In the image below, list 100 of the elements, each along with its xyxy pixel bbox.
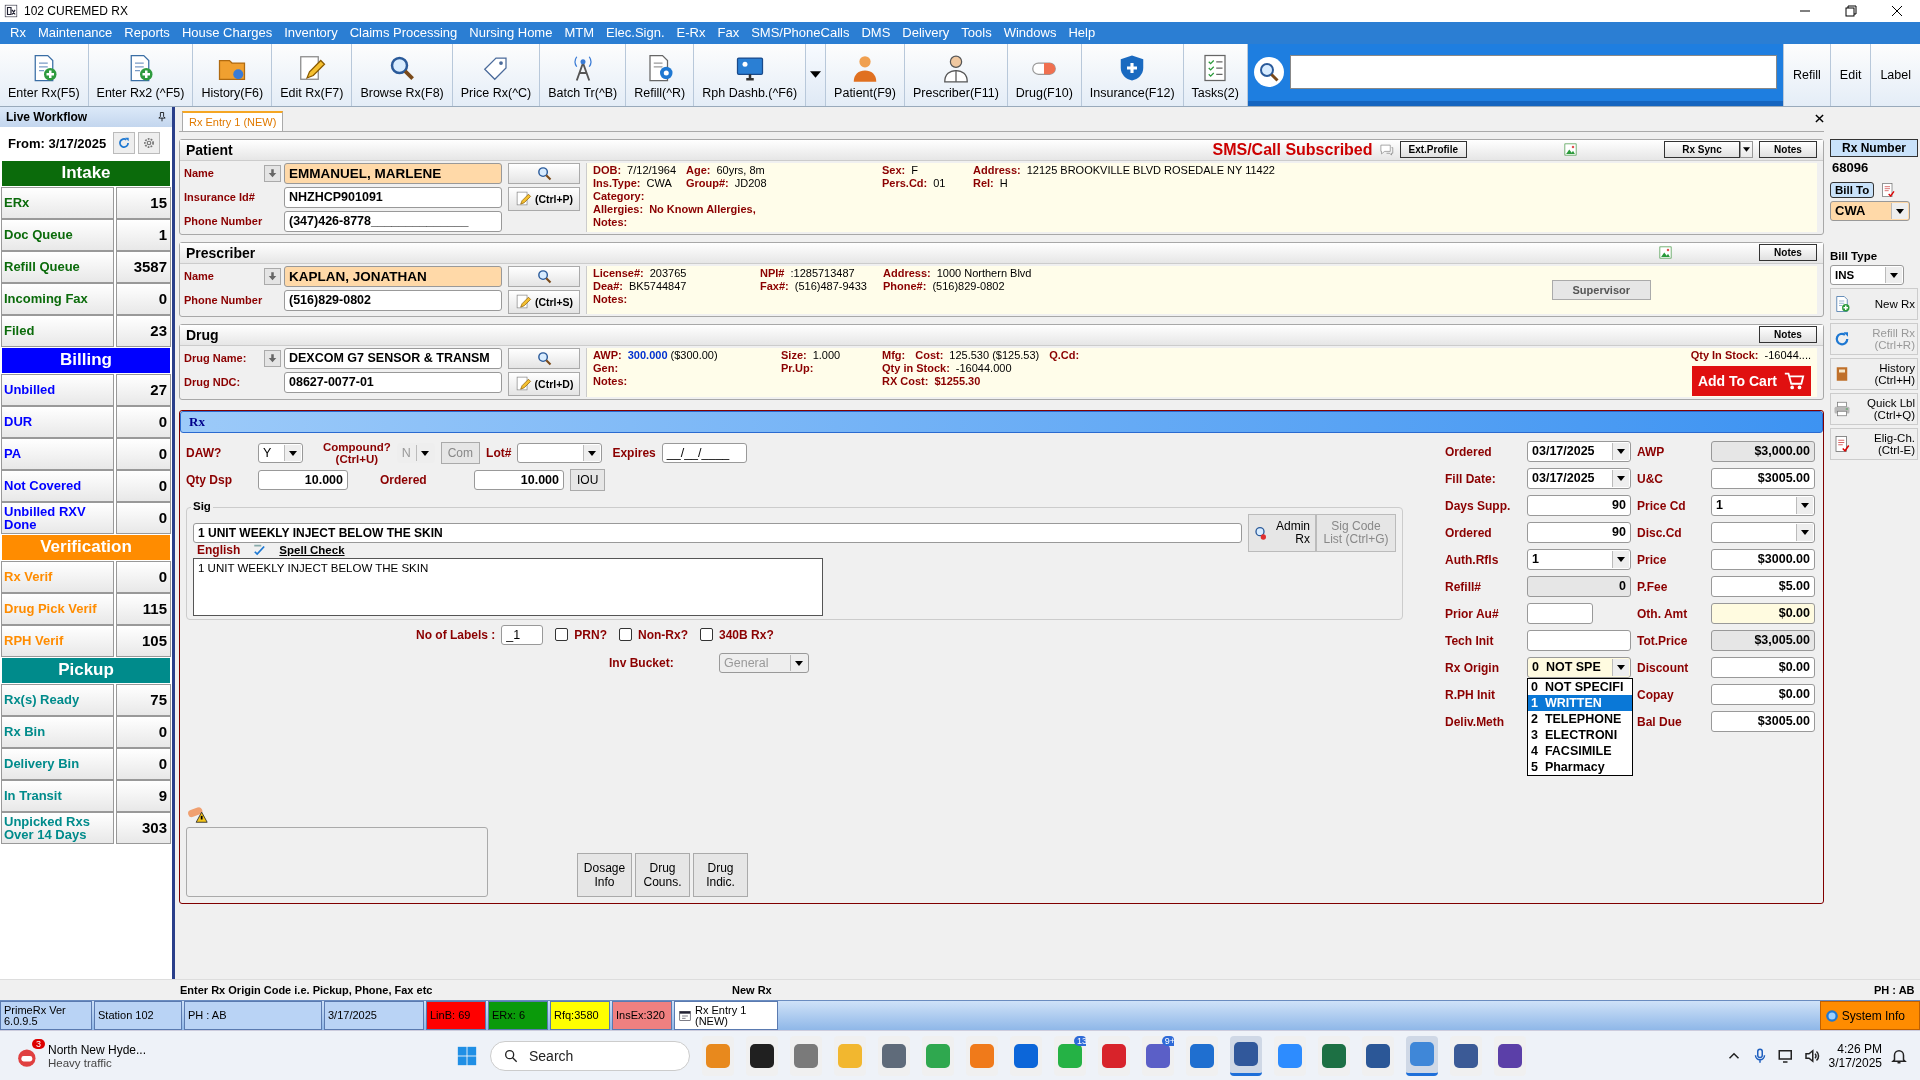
search-button[interactable] xyxy=(508,265,580,287)
speaker-icon[interactable] xyxy=(1802,1046,1821,1065)
toolbar-button[interactable]: Price Rx(^C) xyxy=(452,43,541,106)
queue-button[interactable]: Delivery Bin xyxy=(1,747,114,780)
input-field[interactable]: $3,000.00 xyxy=(1711,440,1815,462)
search-field[interactable]: Search xyxy=(527,1046,671,1065)
toolbar-button[interactable]: Drug(F10) xyxy=(1007,43,1082,106)
input-field[interactable]: EMMANUEL, MARLENE xyxy=(284,162,502,184)
menu-item[interactable]: Maintenance xyxy=(31,25,119,41)
dropdown-option[interactable]: 0 NOT SPECIFI xyxy=(1528,678,1632,695)
add-to-cart-button[interactable]: Add To Cart xyxy=(1691,365,1811,396)
menu-item[interactable]: House Charges xyxy=(175,25,279,41)
system-info-button[interactable]: System Info xyxy=(1819,1001,1920,1031)
toolbar-button[interactable]: Edit Rx(F7) xyxy=(272,43,353,106)
info-button[interactable]: Drug Indic. xyxy=(693,852,748,897)
taskbar-button[interactable]: 13 xyxy=(1054,1035,1086,1076)
menu-item[interactable]: Claims Processing xyxy=(343,25,464,41)
info-button[interactable]: Dosage Info xyxy=(577,852,632,897)
search-button[interactable] xyxy=(508,347,580,369)
taskbar-button[interactable] xyxy=(746,1035,778,1076)
input-field[interactable]: KAPLAN, JONATHAN xyxy=(284,265,502,287)
queue-button[interactable]: Unbilled RXV Done xyxy=(1,501,114,534)
image-icon[interactable] xyxy=(1658,245,1673,261)
checkbox[interactable] xyxy=(619,628,632,642)
toolbar-button[interactable]: Patient(F9) xyxy=(826,43,905,106)
search-field[interactable] xyxy=(1289,55,1778,90)
search-button[interactable] xyxy=(508,162,580,184)
start-icon[interactable] xyxy=(456,1044,478,1067)
toolbar-button[interactable]: Prescriber(F11) xyxy=(904,43,1008,106)
sig-text-area[interactable]: 1 UNIT WEEKLY INJECT BELOW THE SKIN xyxy=(193,557,823,616)
menu-item[interactable]: Elec.Sign. xyxy=(600,25,671,41)
toolbar-button[interactable]: Enter Rx(F5) xyxy=(0,43,89,106)
admin-rx-button[interactable]: Admin Rx xyxy=(1248,513,1316,552)
input-field[interactable]: 0 xyxy=(1527,575,1631,597)
menu-item[interactable]: Help xyxy=(1062,25,1102,41)
close-icon[interactable] xyxy=(1815,114,1824,124)
input-field[interactable] xyxy=(1527,602,1593,624)
menu-item[interactable]: DMS xyxy=(855,25,897,41)
queue-button[interactable]: Unbilled xyxy=(1,373,114,406)
queue-button[interactable]: Rx(s) Ready xyxy=(1,683,114,716)
dropdown-option[interactable]: 5 Pharmacy xyxy=(1528,758,1632,775)
input-field[interactable]: $3,005.00 xyxy=(1711,629,1815,651)
toolbar-button[interactable]: Enter Rx2 (^F5) xyxy=(88,43,194,106)
checkbox[interactable] xyxy=(555,628,569,642)
menu-item[interactable]: Nursing Home xyxy=(463,25,559,41)
input-field[interactable]: NHZHCP901091 xyxy=(284,186,502,208)
image-icon[interactable] xyxy=(1563,142,1578,158)
menu-item[interactable]: MTM xyxy=(558,25,601,41)
input-field[interactable] xyxy=(1711,521,1815,543)
input-field[interactable]: 03/17/2025 xyxy=(1527,440,1631,462)
quantity-field[interactable]: 10.000 xyxy=(474,469,564,490)
dropdown-field[interactable]: Y xyxy=(258,442,303,463)
queue-button[interactable]: Unpicked Rxs Over 14 Days xyxy=(1,811,114,844)
menu-item[interactable]: Rx xyxy=(4,25,32,41)
dropdown-field[interactable] xyxy=(517,442,603,463)
menu-item[interactable]: Inventory xyxy=(278,25,344,41)
menu-item[interactable]: SMS/PhoneCalls xyxy=(745,25,856,41)
sync-button[interactable]: Rx Sync xyxy=(1664,141,1740,159)
dropdown-option[interactable]: 4 FACSIMILE xyxy=(1528,742,1632,759)
queue-button[interactable]: Doc Queue xyxy=(1,218,114,251)
side-button[interactable]: Quick Lbl (Ctrl+Q) xyxy=(1830,392,1918,425)
input-field[interactable]: $0.00 xyxy=(1711,656,1815,678)
dropdown-option[interactable]: 1 WRITTEN xyxy=(1528,694,1632,711)
queue-button[interactable]: ERx xyxy=(1,186,114,219)
input-field[interactable]: 90 xyxy=(1527,494,1631,516)
profile-button[interactable]: Ext.Profile xyxy=(1399,141,1467,159)
dropdown-field[interactable]: CWA xyxy=(1830,200,1910,221)
input-field[interactable]: $5.00 xyxy=(1711,575,1815,597)
checkbox[interactable] xyxy=(700,628,713,642)
document-icon[interactable] xyxy=(1880,181,1897,198)
notes-button[interactable]: Notes xyxy=(1759,244,1817,262)
toolbar-button[interactable]: Rph Dashb.(^F6) xyxy=(694,43,807,106)
input-field[interactable]: 90 xyxy=(1527,521,1631,543)
taskbar-button[interactable] xyxy=(1450,1035,1482,1076)
menu-item[interactable]: Tools xyxy=(955,25,998,41)
toolbar-button[interactable]: Refill xyxy=(1783,43,1830,106)
iou-button[interactable]: IOU xyxy=(570,468,606,491)
taskbar-button[interactable] xyxy=(1494,1035,1526,1076)
search-box[interactable]: Search xyxy=(490,1040,690,1071)
toolbar-button[interactable]: Label xyxy=(1870,43,1920,106)
caret-icon[interactable] xyxy=(1740,141,1753,159)
queue-button[interactable]: Filed xyxy=(1,314,114,347)
taskbar-button[interactable] xyxy=(1230,1035,1262,1076)
input-field[interactable]: 1 xyxy=(1527,548,1631,570)
input-field[interactable]: 0 NOT SPE xyxy=(1527,656,1631,678)
queue-button[interactable]: Incoming Fax xyxy=(1,282,114,315)
shortcut-button[interactable]: (Ctrl+S) xyxy=(508,289,580,314)
dropdown-field[interactable]: INS xyxy=(1830,264,1904,285)
input-field[interactable]: DEXCOM G7 SENSOR & TRANSM xyxy=(284,347,502,369)
toolbar-button[interactable]: Insurance(F12) xyxy=(1081,43,1184,106)
settings-icon[interactable] xyxy=(138,132,161,155)
input-field[interactable] xyxy=(1527,629,1631,651)
pin-icon[interactable] xyxy=(158,111,166,123)
shortcut-button[interactable]: (Ctrl+P) xyxy=(508,186,580,211)
input-field[interactable]: $3000.00 xyxy=(1711,548,1815,570)
queue-button[interactable]: In Transit xyxy=(1,779,114,812)
dropdown-option[interactable]: 2 TELEPHONE xyxy=(1528,710,1632,727)
refresh-icon[interactable] xyxy=(113,132,136,155)
input-field[interactable]: $0.00 xyxy=(1711,683,1815,705)
menu-item[interactable]: Delivery xyxy=(896,25,956,41)
